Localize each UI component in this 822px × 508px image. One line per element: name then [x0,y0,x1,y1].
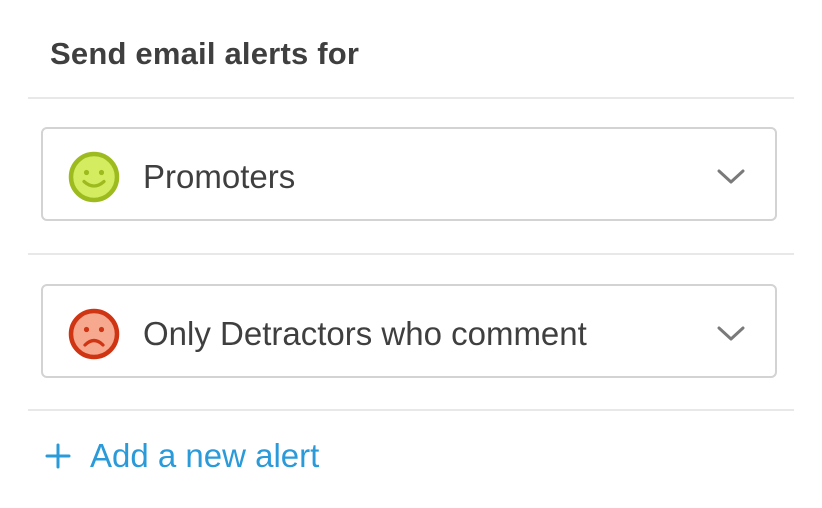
divider [28,253,794,255]
divider [28,409,794,411]
alert-select-label: Promoters [143,158,296,195]
add-alert-label: Add a new alert [90,437,320,474]
plus-icon [44,442,72,470]
email-alerts-panel: Send email alerts for Promoters Only Det… [0,0,822,508]
happy-face-icon [68,151,120,203]
sad-face-icon [68,308,120,360]
alert-select-detractors[interactable]: Only Detractors who comment [41,284,777,378]
chevron-down-icon [717,167,745,187]
add-alert-link[interactable]: Add a new alert [44,434,319,478]
section-title: Send email alerts for [50,36,360,71]
chevron-down-icon [717,324,745,344]
alert-select-promoters[interactable]: Promoters [41,127,777,221]
divider [28,97,794,99]
alert-select-label: Only Detractors who comment [143,315,587,352]
